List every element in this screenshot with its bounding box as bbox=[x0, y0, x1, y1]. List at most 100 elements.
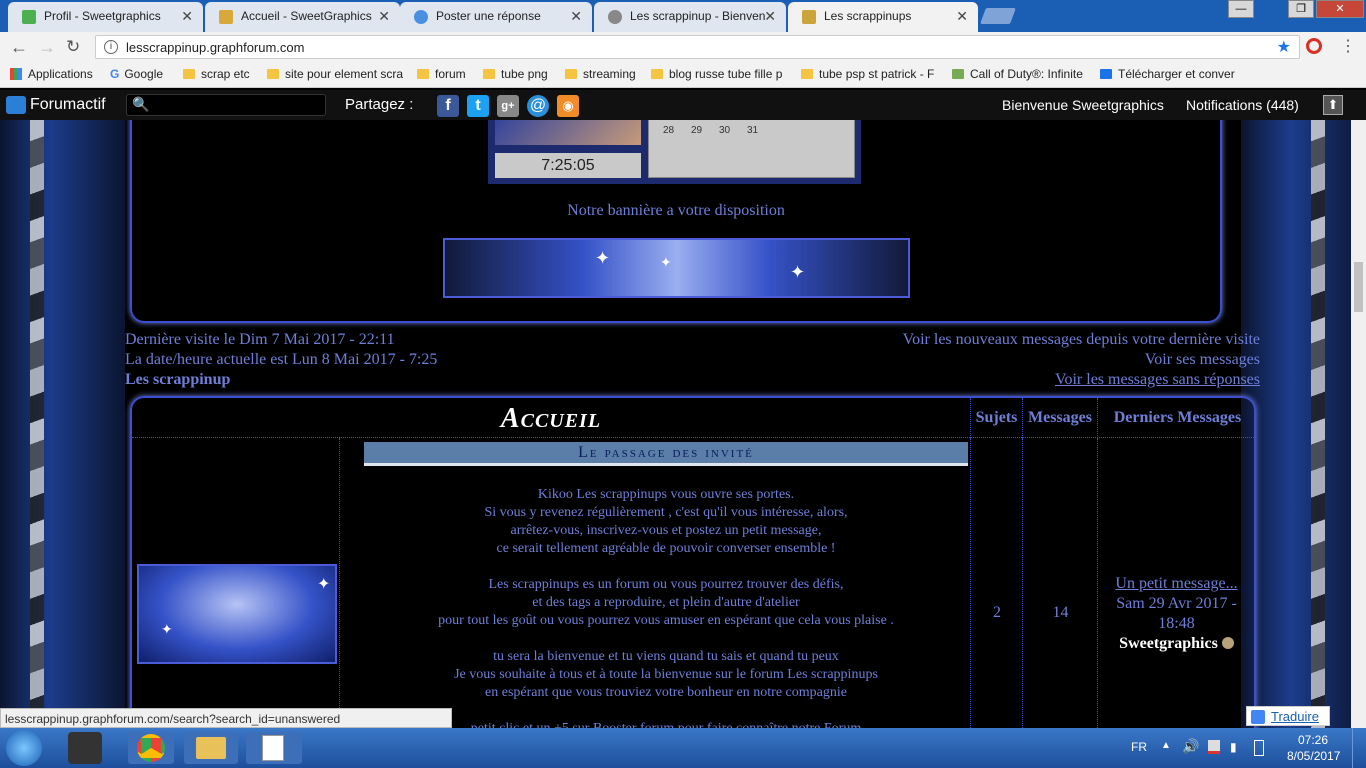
back-arrow-icon[interactable]: ← bbox=[10, 37, 28, 58]
paintshop-taskbar-icon[interactable] bbox=[68, 732, 102, 764]
tab-favicon-icon bbox=[608, 10, 622, 24]
forum-image[interactable]: ✦ ✦ bbox=[137, 564, 337, 664]
bookmark-streaming[interactable]: streaming bbox=[565, 67, 636, 81]
bookmark-call-of-duty[interactable]: Call of Duty®: Infinite bbox=[952, 67, 1088, 81]
tab-close-icon[interactable]: ✕ bbox=[764, 8, 776, 25]
action-center-icon[interactable] bbox=[1208, 740, 1220, 754]
google-plus-icon[interactable]: g+ bbox=[497, 95, 519, 117]
calendar-day[interactable]: 28 bbox=[663, 125, 674, 136]
bookmark-forum[interactable]: forum bbox=[417, 67, 466, 81]
bookmark-scrap-etc[interactable]: scrap etc bbox=[183, 67, 250, 81]
page-scrollbar[interactable] bbox=[1351, 120, 1366, 728]
forum-page: 7:25:05 28 29 30 31 Notre bannière a vot… bbox=[0, 120, 1366, 728]
bookmark-google[interactable]: G Google bbox=[110, 67, 163, 81]
bookmark-tube-psp[interactable]: tube psp st patrick - F bbox=[801, 67, 939, 81]
description-line bbox=[364, 630, 968, 648]
bookmark-star-icon[interactable]: ★ bbox=[1277, 37, 1291, 57]
tab-profil[interactable]: Profil - Sweetgraphics ✕ bbox=[8, 2, 203, 32]
forumactif-search-input[interactable]: 🔍 bbox=[126, 94, 326, 116]
col-header-last-messages: Derniers Messages bbox=[1097, 398, 1257, 438]
category-title[interactable]: Accueil bbox=[132, 398, 970, 438]
forum-description: Kikoo Les scrappinups vous ouvre ses por… bbox=[364, 486, 968, 728]
forumactif-brand[interactable]: Forumactif bbox=[30, 96, 106, 114]
chrome-taskbar-button[interactable] bbox=[128, 732, 174, 764]
minimize-button[interactable]: — bbox=[1228, 0, 1254, 18]
tab-label: Accueil - SweetGraphics bbox=[241, 9, 372, 23]
description-line: Si vous y revenez régulièrement , c'est … bbox=[484, 505, 848, 520]
new-tab-button[interactable] bbox=[980, 8, 1016, 24]
battery-icon[interactable] bbox=[1254, 740, 1264, 756]
clock-date[interactable]: 8/05/2017 bbox=[1287, 749, 1340, 763]
twitter-icon[interactable]: t bbox=[467, 95, 489, 117]
forward-arrow-icon[interactable]: → bbox=[38, 37, 56, 58]
notifications-link[interactable]: Notifications (448) bbox=[1186, 97, 1299, 113]
explorer-taskbar-button[interactable] bbox=[184, 732, 238, 764]
sparkle-icon: ✦ bbox=[317, 576, 331, 593]
banner-image: ✦ ✦ ✦ bbox=[443, 238, 910, 298]
google-translate-icon bbox=[1251, 710, 1265, 724]
tab-close-icon[interactable]: ✕ bbox=[181, 8, 193, 25]
welcome-user-link[interactable]: Bienvenue Sweetgraphics bbox=[1002, 97, 1164, 113]
tray-expand-icon[interactable]: ▲ bbox=[1161, 740, 1171, 751]
description-line: petit clic et un +5 sur Booster forum po… bbox=[364, 720, 968, 728]
last-message-date: Sam 29 Avr 2017 - 18:48 bbox=[1116, 595, 1237, 632]
close-window-button[interactable]: ✕ bbox=[1316, 0, 1364, 18]
last-author-link[interactable]: Sweetgraphics bbox=[1098, 634, 1255, 654]
document-taskbar-button[interactable] bbox=[246, 732, 302, 764]
forum-home-link[interactable]: Les scrappinup bbox=[125, 370, 437, 390]
description-line: pour tout les goût ou vous pourrez vous … bbox=[438, 613, 894, 628]
volume-icon[interactable]: 🔊 bbox=[1182, 738, 1199, 755]
last-message-link[interactable]: Un petit message... bbox=[1098, 574, 1255, 594]
banner-caption: Notre bannière a votre disposition bbox=[567, 202, 785, 219]
bookmark-applications[interactable]: Applications bbox=[10, 67, 93, 81]
tab-les-scrappinups[interactable]: Les scrappinups ✕ bbox=[788, 2, 978, 32]
bookmark-telecharger[interactable]: Télécharger et conver bbox=[1100, 67, 1240, 81]
scroll-top-arrow-icon[interactable]: ⬆ bbox=[1323, 95, 1343, 115]
description-line: Les scrappinups es un forum ou vous pour… bbox=[488, 577, 844, 592]
calendar-day[interactable]: 30 bbox=[719, 125, 730, 136]
online-status-icon bbox=[1221, 637, 1234, 649]
site-info-icon[interactable]: i bbox=[104, 40, 118, 54]
rss-icon[interactable]: ◉ bbox=[557, 95, 579, 117]
scrollbar-thumb[interactable] bbox=[1354, 262, 1363, 312]
calendar-day[interactable]: 31 bbox=[747, 125, 758, 136]
start-button-icon[interactable] bbox=[6, 730, 42, 766]
tab-close-icon[interactable]: ✕ bbox=[956, 8, 968, 25]
avatar-image bbox=[495, 120, 641, 145]
show-desktop-button[interactable] bbox=[1352, 728, 1366, 768]
download-icon bbox=[1100, 69, 1112, 79]
email-at-icon[interactable]: @ bbox=[527, 95, 549, 117]
url-input[interactable]: i lesscrappinup.graphforum.com ★ bbox=[95, 35, 1300, 59]
clock-time[interactable]: 07:26 bbox=[1298, 733, 1328, 747]
tab-scrappinup-bienvenue[interactable]: Les scrappinup - Bienven ✕ bbox=[594, 2, 786, 32]
ribbon-decoration bbox=[1311, 120, 1325, 728]
input-language[interactable]: FR bbox=[1131, 740, 1147, 754]
translate-button[interactable]: Traduire bbox=[1246, 706, 1330, 726]
visit-info: Dernière visite le Dim 7 Mai 2017 - 22:1… bbox=[125, 330, 437, 390]
forum-main: 7:25:05 28 29 30 31 Notre bannière a vot… bbox=[125, 120, 1260, 728]
topics-count: 2 bbox=[993, 604, 1001, 621]
network-signal-icon[interactable]: ▮ bbox=[1230, 740, 1237, 754]
menu-kebab-icon[interactable]: ⋮ bbox=[1340, 36, 1356, 56]
notifications-count: (448) bbox=[1266, 97, 1299, 113]
bookmark-blog-russe[interactable]: blog russe tube fille p bbox=[651, 67, 789, 81]
bookmark-site-element[interactable]: site pour element scra bbox=[267, 67, 405, 81]
tab-close-icon[interactable]: ✕ bbox=[378, 8, 390, 25]
calendar-widget: 28 29 30 31 bbox=[648, 120, 855, 178]
tab-close-icon[interactable]: ✕ bbox=[570, 8, 582, 25]
calendar-day[interactable]: 29 bbox=[691, 125, 702, 136]
opera-extension-icon[interactable] bbox=[1306, 38, 1322, 54]
tab-favicon-icon bbox=[22, 10, 36, 24]
tab-poster-reponse[interactable]: Poster une réponse ✕ bbox=[400, 2, 592, 32]
last-visit-text: Dernière visite le Dim 7 Mai 2017 - 22:1… bbox=[125, 331, 395, 348]
forum-title-link[interactable]: Le passage des invité bbox=[364, 442, 968, 466]
new-messages-link[interactable]: Voir les nouveaux messages depuis votre … bbox=[903, 330, 1260, 350]
tab-accueil[interactable]: Accueil - SweetGraphics ✕ bbox=[205, 2, 400, 32]
unanswered-link[interactable]: Voir les messages sans réponses bbox=[903, 370, 1260, 390]
folder-icon bbox=[651, 69, 663, 79]
facebook-icon[interactable]: f bbox=[437, 95, 459, 117]
maximize-button[interactable]: ❐ bbox=[1288, 0, 1314, 18]
my-messages-link[interactable]: Voir ses messages bbox=[903, 350, 1260, 370]
bookmark-tube-png[interactable]: tube png bbox=[483, 67, 548, 81]
reload-icon[interactable]: ↻ bbox=[66, 37, 80, 57]
